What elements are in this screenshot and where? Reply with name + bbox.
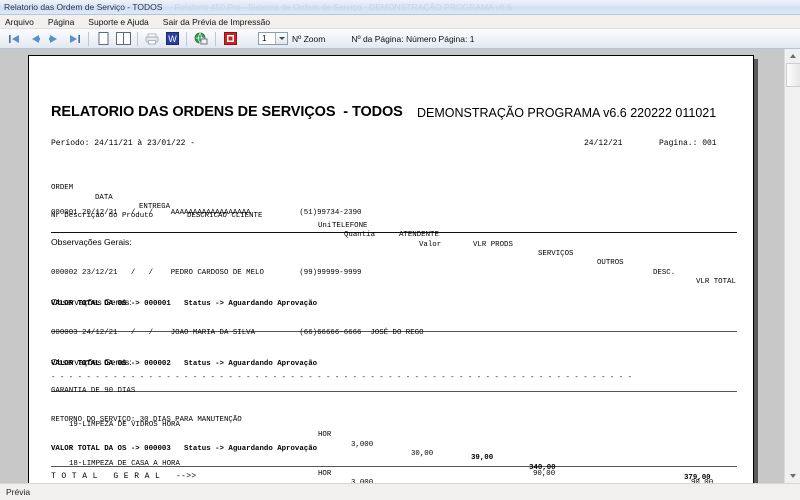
scroll-up-button[interactable] — [785, 49, 800, 63]
report-demo-banner: DEMONSTRAÇÃO PROGRAMA v6.6 220222 011021 — [417, 106, 716, 120]
window-titlebar: Relatorio das Ordem de Serviço - TODOS R… — [0, 0, 800, 15]
menubar: Arquivo Página Suporte e Ajuda Sair da P… — [0, 15, 800, 29]
report-page-no: Pagina.: 001 — [659, 139, 717, 148]
export-pdf-icon — [224, 32, 237, 45]
caret-down-icon — [790, 474, 796, 478]
export-html-button[interactable] — [191, 30, 211, 47]
statusbar: Prévia — [0, 483, 800, 500]
first-page-icon — [8, 34, 21, 44]
single-page-view-icon — [98, 32, 109, 45]
next-page-button[interactable] — [44, 30, 64, 47]
svg-text:W: W — [168, 34, 177, 44]
caret-up-icon — [790, 54, 796, 58]
zoom-control: 1 Nº Zoom Nº da Página: Número Página: 1 — [258, 32, 474, 45]
zoom-value: 1 — [262, 34, 266, 43]
print-button[interactable] — [142, 30, 162, 47]
report-title: RELATORIO DAS ORDENS DE SERVIÇOS - TODOS — [51, 104, 403, 120]
order-line: 000002 23/12/21 / / PEDRO CARDOSO DE MEL… — [51, 269, 737, 279]
report-page-sheet: RELATORIO DAS ORDENS DE SERVIÇOS - TODOS… — [28, 55, 754, 483]
menu-suporte-e-ajuda[interactable]: Suporte e Ajuda — [88, 17, 157, 27]
export-word-icon: W — [166, 32, 179, 45]
chevron-down-icon[interactable] — [275, 33, 287, 44]
order-line: 000001 20/12/21 / / AAAAAAAAAAAAAAAAAA (… — [51, 209, 737, 219]
export-html-icon — [194, 32, 208, 45]
export-pdf-button[interactable] — [220, 30, 240, 47]
toolbar-separator-4 — [215, 32, 216, 46]
export-word-button[interactable]: W — [162, 30, 182, 47]
next-page-icon — [48, 34, 61, 44]
previous-page-button[interactable] — [24, 30, 44, 47]
print-preview-window: Relatorio das Ordem de Serviço - TODOS R… — [0, 0, 800, 500]
window-title-watermark: Relatorio 450 Pro - Sistema de Ordem de … — [174, 2, 511, 12]
order-observations-label: Observações Gerais: — [51, 238, 737, 248]
preview-area: RELATORIO DAS ORDENS DE SERVIÇOS - TODOS… — [0, 49, 800, 483]
menu-sair-da-previa[interactable]: Sair da Prévia de Impressão — [163, 17, 278, 27]
vertical-scrollbar[interactable] — [784, 49, 800, 483]
toolbar-separator-1 — [88, 32, 89, 46]
toolbar-separator-2 — [137, 32, 138, 46]
items-dashed-rule-top: - - - - - - - - - - - - - - - - - - - - … — [51, 375, 737, 382]
report-summary-block: Nr TOTAL -> 00003 | (S)ERVIÇOS -> 0003 /… — [51, 464, 737, 483]
menu-arquivo[interactable]: Arquivo — [5, 17, 42, 27]
page-number-label: Nº da Página: Número Página: 1 — [351, 34, 474, 44]
scrollbar-thumb[interactable] — [786, 63, 800, 87]
single-page-view-button[interactable] — [93, 30, 113, 47]
scroll-down-button[interactable] — [785, 469, 800, 483]
two-page-view-icon — [116, 32, 131, 45]
previous-page-icon — [28, 34, 41, 44]
window-title: Relatorio das Ordem de Serviço - TODOS — [4, 2, 162, 12]
statusbar-text: Prévia — [6, 487, 30, 497]
toolbar-separator-3 — [186, 32, 187, 46]
zoom-select[interactable]: 1 — [258, 32, 288, 45]
report-date: 24/12/21 — [584, 139, 622, 148]
report-period: Período: 24/11/21 à 23/01/22 - — [51, 139, 195, 148]
menu-pagina[interactable]: Página — [48, 17, 82, 27]
toolbar: W — [0, 29, 800, 49]
last-page-button[interactable] — [64, 30, 84, 47]
order-line: 000003 24/12/21 / / JOAO MARIA DA SILVA … — [51, 329, 737, 339]
two-page-view-button[interactable] — [113, 30, 133, 47]
order-observations-label: Observações Gerais: — [51, 298, 737, 308]
printer-icon — [145, 33, 159, 45]
first-page-button[interactable] — [4, 30, 24, 47]
zoom-label: Nº Zoom — [292, 34, 325, 44]
last-page-icon — [68, 34, 81, 44]
